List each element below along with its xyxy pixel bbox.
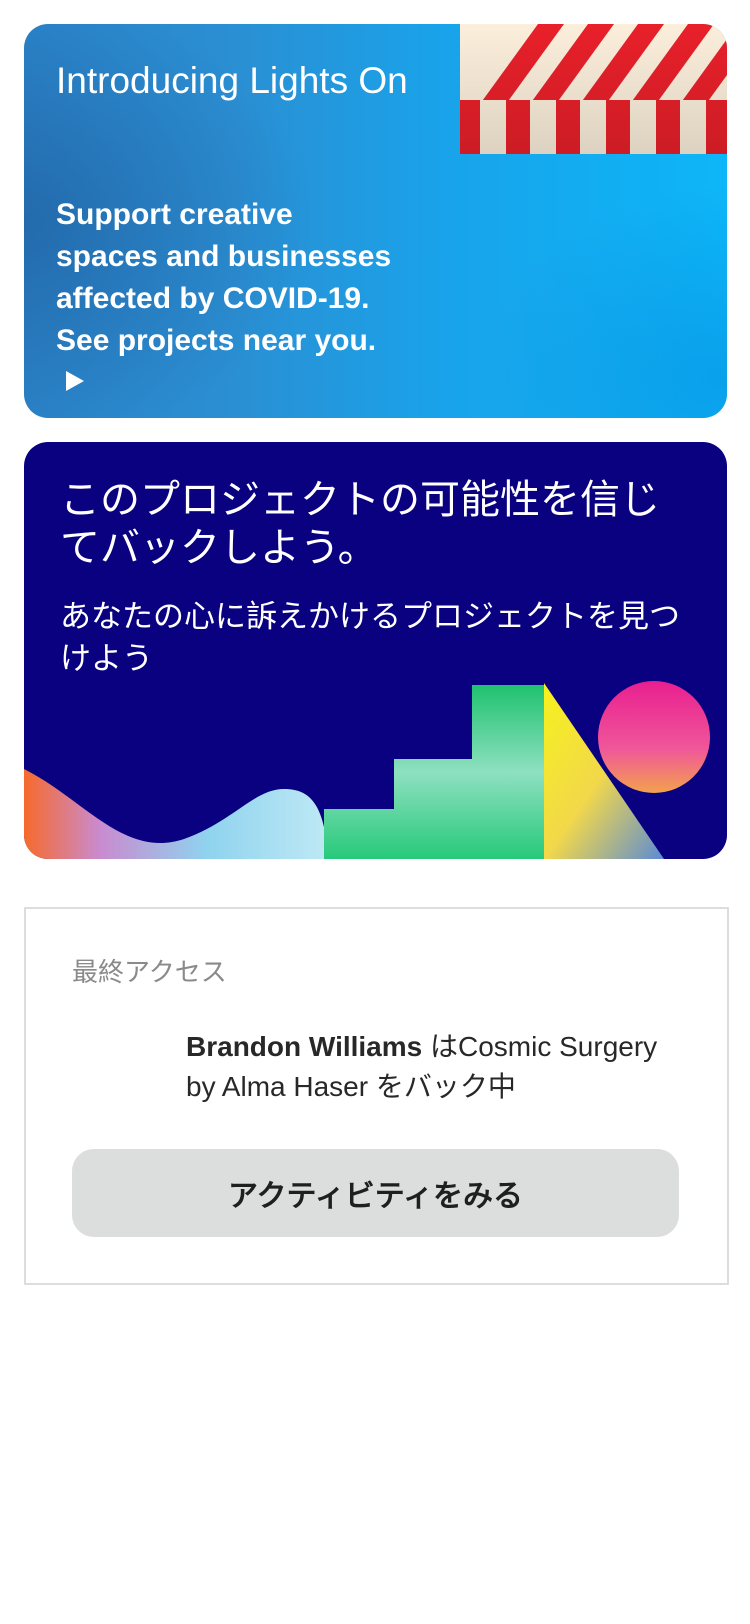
backer-name: Brandon Williams bbox=[186, 1031, 423, 1062]
view-activity-button[interactable]: アクティビティをみる bbox=[72, 1149, 679, 1237]
lights-on-description: Support creative spaces and businesses a… bbox=[56, 194, 396, 404]
play-triangle-icon bbox=[66, 371, 84, 391]
discover-title: このプロジェクトの可能性を信じてバックしよう。 bbox=[60, 478, 660, 570]
lights-on-card[interactable]: Introducing Lights On Support creative s… bbox=[24, 24, 727, 418]
abstract-shapes-illustration bbox=[24, 681, 710, 859]
recent-activity-card: 最終アクセス Brandon Williams はCosmic Surgery … bbox=[24, 907, 729, 1285]
lights-on-description-text: Support creative spaces and businesses a… bbox=[56, 198, 392, 357]
discover-subtitle: あなたの心に訴えかけるプロジェクトを見つけよう bbox=[60, 599, 680, 676]
lights-on-title: Introducing Lights On bbox=[56, 60, 408, 101]
awning-illustration bbox=[460, 24, 727, 154]
activity-message[interactable]: Brandon Williams はCosmic Surgery by Alma… bbox=[186, 1027, 686, 1107]
recent-activity-label: 最終アクセス bbox=[72, 957, 227, 987]
discover-projects-card[interactable]: このプロジェクトの可能性を信じてバックしよう。 あなたの心に訴えかけるプロジェク… bbox=[24, 442, 727, 859]
